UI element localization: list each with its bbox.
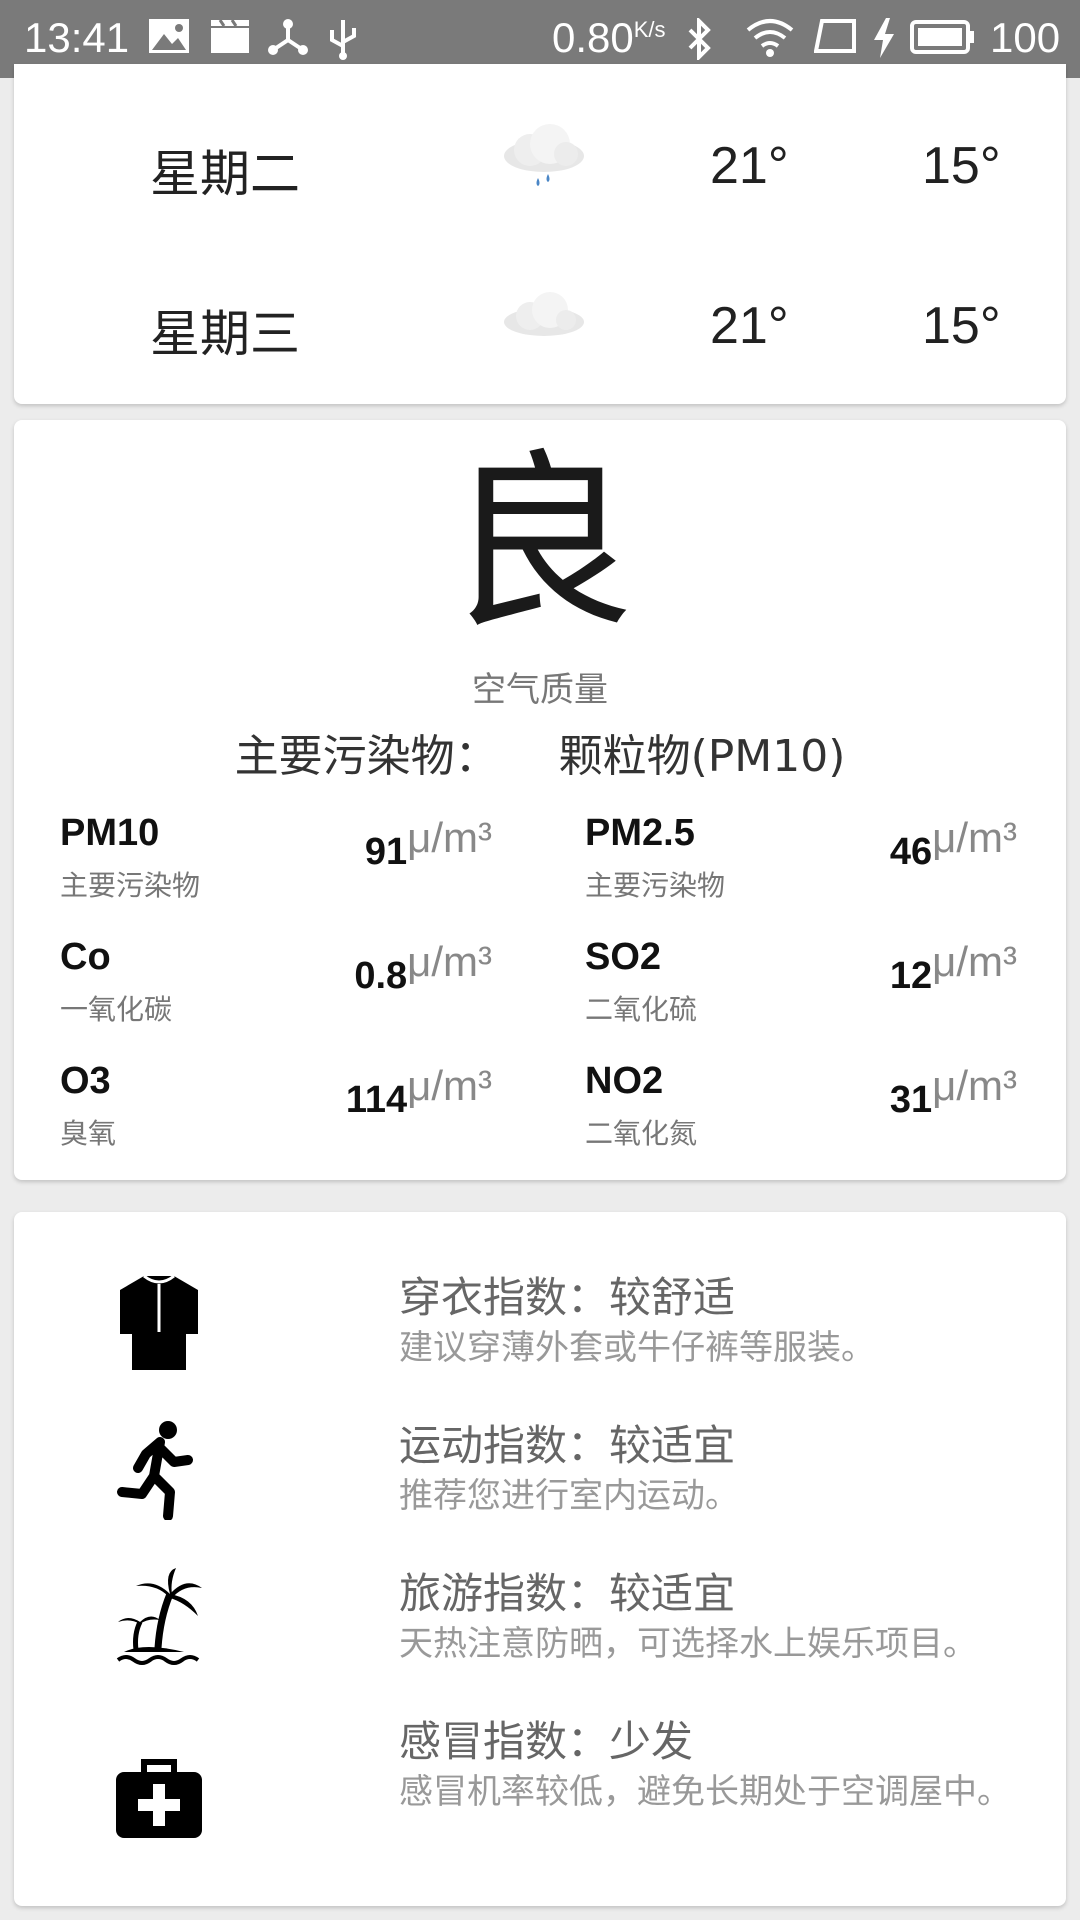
- primary-pollutant-value: 颗粒物(PM10): [558, 731, 846, 782]
- index-item-sport[interactable]: 运动指数：较适宜 推荐您进行室内运动。: [14, 1412, 1066, 1560]
- pollutant-item: PM10 主要污染物 91μ/m³: [30, 812, 510, 922]
- pollutant-item: NO2 二氧化氮 31μ/m³: [555, 1060, 1035, 1170]
- pollutant-item: O3 臭氧 114μ/m³: [30, 1060, 510, 1170]
- pollutant-unit: μ/m³: [407, 814, 492, 861]
- air-quality-card: 良 空气质量 主要污染物： 颗粒物(PM10) PM10 主要污染物 91μ/m³…: [14, 420, 1066, 1180]
- cloud-icon: [504, 292, 584, 336]
- aqi-grade: 良: [444, 433, 635, 654]
- pollutant-number: 0.8: [354, 955, 408, 997]
- forecast-day: 星期二: [150, 145, 300, 203]
- pollutant-number: 12: [889, 955, 933, 997]
- forecast-low: 15°: [922, 137, 1001, 195]
- pollutant-number: 46: [889, 831, 933, 873]
- pollutant-value: 114μ/m³: [345, 1062, 492, 1122]
- pollutant-number: 114: [345, 1079, 408, 1121]
- screen-cast-icon: [814, 19, 856, 53]
- battery-icon: [910, 20, 974, 54]
- pollutant-name: Co: [60, 936, 111, 978]
- net-speed-value: 0.80: [552, 14, 634, 61]
- share-nodes-icon: [268, 19, 308, 55]
- pollutant-value: 0.8μ/m³: [354, 938, 492, 998]
- bluetooth-icon: [688, 18, 711, 60]
- clapperboard-icon: [211, 19, 249, 53]
- pollutant-name: PM2.5: [585, 812, 695, 854]
- pollutant-unit: μ/m³: [932, 938, 1017, 985]
- pollutant-desc: 二氧化硫: [585, 993, 698, 1026]
- index-item-cold[interactable]: 感冒指数：少发 感冒机率较低，避免长期处于空调屋中。: [14, 1708, 1066, 1888]
- pollutant-desc: 主要污染物: [60, 869, 201, 902]
- index-title: 运动指数：较适宜: [399, 1421, 736, 1470]
- pollutant-value: 46μ/m³: [889, 814, 1017, 874]
- pollutant-name: NO2: [585, 1060, 664, 1102]
- pollutant-item: Co 一氧化碳 0.8μ/m³: [30, 936, 510, 1046]
- pollutant-number: 91: [364, 831, 408, 873]
- life-index-card: 穿衣指数：较舒适 建议穿薄外套或牛仔裤等服装。 运动指数：较适宜 推荐您进行室内…: [14, 1212, 1066, 1906]
- image-icon: [149, 19, 189, 53]
- forecast-day: 星期三: [150, 305, 300, 363]
- primary-pollutant-label: 主要污染物：: [234, 731, 499, 782]
- pollutant-value: 31μ/m³: [889, 1062, 1017, 1122]
- index-desc: 建议穿薄外套或牛仔裤等服装。: [399, 1328, 875, 1368]
- pollutant-unit: μ/m³: [407, 938, 492, 985]
- battery-level: 100: [990, 14, 1061, 61]
- forecast-high: 21°: [710, 297, 789, 355]
- index-item-travel[interactable]: 旅游指数：较适宜 天热注意防晒，可选择水上娱乐项目。: [14, 1560, 1066, 1708]
- pollutant-name: PM10: [60, 812, 160, 854]
- net-speed: 0.80K/s: [552, 14, 666, 62]
- pollutant-unit: μ/m³: [932, 1062, 1017, 1109]
- forecast-row[interactable]: 星期三 21° 15°: [14, 264, 1066, 384]
- net-speed-unit: K/s: [633, 17, 666, 42]
- index-title: 旅游指数：较适宜: [399, 1569, 736, 1618]
- running-icon: [117, 1421, 193, 1520]
- primary-pollutant: 主要污染物： 颗粒物(PM10): [14, 720, 1066, 784]
- pollutant-desc: 一氧化碳: [60, 993, 173, 1026]
- shirt-icon: [120, 1274, 198, 1370]
- usb-icon: [330, 20, 356, 60]
- pollutant-value: 12μ/m³: [889, 938, 1017, 998]
- status-time: 13:41: [24, 14, 130, 61]
- charging-icon: [874, 18, 894, 58]
- pollutant-desc: 二氧化氮: [585, 1117, 698, 1150]
- first-aid-kit-icon: [116, 1759, 202, 1838]
- pollutant-number: 31: [889, 1079, 933, 1121]
- pollutant-unit: μ/m³: [407, 1062, 492, 1109]
- index-title: 感冒指数：少发: [399, 1717, 694, 1766]
- pollutant-desc: 主要污染物: [585, 869, 726, 902]
- index-title: 穿衣指数：较舒适: [399, 1273, 736, 1322]
- index-item-clothing[interactable]: 穿衣指数：较舒适 建议穿薄外套或牛仔裤等服装。: [14, 1264, 1066, 1412]
- pollutant-item: SO2 二氧化硫 12μ/m³: [555, 936, 1035, 1046]
- pollutant-value: 91μ/m³: [364, 814, 492, 874]
- rain-cloud-icon: [504, 124, 584, 186]
- pollutant-item: PM2.5 主要污染物 46μ/m³: [555, 812, 1035, 922]
- aqi-label: 空气质量: [472, 670, 608, 710]
- index-desc: 感冒机率较低，避免长期处于空调屋中。: [399, 1772, 1011, 1812]
- index-desc: 推荐您进行室内运动。: [399, 1476, 739, 1516]
- forecast-high: 21°: [710, 137, 789, 195]
- pollutant-unit: μ/m³: [932, 814, 1017, 861]
- forecast-card: 星期二 21° 15° 星期三 21° 15°: [14, 64, 1066, 404]
- pollutant-name: SO2: [585, 936, 662, 978]
- pollutant-desc: 臭氧: [60, 1117, 117, 1150]
- forecast-row[interactable]: 星期二 21° 15°: [14, 104, 1066, 224]
- palm-island-icon: [116, 1568, 202, 1665]
- wifi-icon: [746, 19, 794, 57]
- forecast-low: 15°: [922, 297, 1001, 355]
- index-desc: 天热注意防晒，可选择水上娱乐项目。: [399, 1624, 977, 1664]
- pollutant-name: O3: [60, 1060, 111, 1102]
